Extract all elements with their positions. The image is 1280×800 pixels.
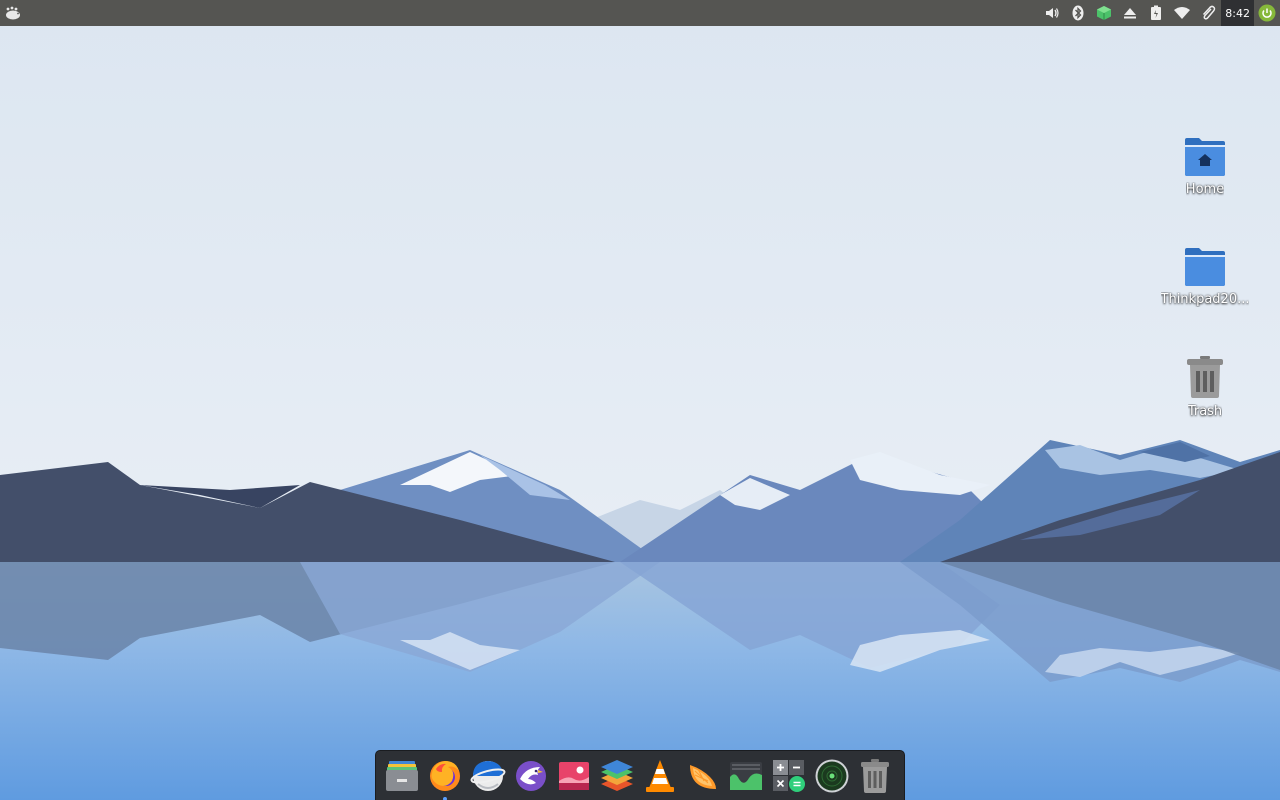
- desktop-icon-trash[interactable]: Trash: [1155, 356, 1255, 419]
- radar-icon: [815, 759, 849, 793]
- desktop-icon-label: Home: [1185, 182, 1225, 197]
- dock-item-radar[interactable]: [812, 756, 852, 796]
- system-tray: 8:42: [1039, 0, 1280, 26]
- desktop-wallpaper: [0, 0, 1280, 800]
- dock-item-layers[interactable]: [597, 756, 637, 796]
- desktop-icon-label: Thinkpad20...: [1160, 292, 1250, 307]
- orange-slice-icon: [690, 765, 716, 789]
- firefox-icon: [430, 761, 460, 791]
- dock-item-orange[interactable]: [683, 756, 723, 796]
- battery-icon[interactable]: [1143, 0, 1169, 26]
- desktop-icon-home[interactable]: Home: [1155, 136, 1255, 197]
- file-archiver-icon: [386, 761, 418, 791]
- whisker-menu-button[interactable]: [0, 0, 26, 26]
- dock-item-trash[interactable]: [855, 756, 895, 796]
- calculator-icon: [773, 760, 805, 792]
- trash-icon: [1187, 356, 1223, 398]
- dock-item-mail[interactable]: [511, 756, 551, 796]
- system-monitor-icon: [730, 762, 762, 790]
- dock: [375, 750, 905, 800]
- vlc-icon: [646, 760, 674, 792]
- dock-item-archiver[interactable]: [382, 756, 422, 796]
- dock-item-web-browser[interactable]: [468, 756, 508, 796]
- bluetooth-icon[interactable]: [1065, 0, 1091, 26]
- package-updates-icon[interactable]: [1091, 0, 1117, 26]
- dock-item-firefox[interactable]: [425, 756, 465, 800]
- web-browser-icon: [470, 761, 506, 791]
- dock-item-system-monitor[interactable]: [726, 756, 766, 796]
- session-menu-button[interactable]: [1254, 0, 1280, 26]
- mail-client-icon: [516, 761, 546, 791]
- dock-item-vlc[interactable]: [640, 756, 680, 796]
- eject-icon[interactable]: [1117, 0, 1143, 26]
- trash-icon: [861, 759, 889, 793]
- power-icon: [1258, 4, 1276, 22]
- layers-icon: [601, 760, 633, 791]
- dock-item-calculator[interactable]: [769, 756, 809, 796]
- volume-icon[interactable]: [1039, 0, 1065, 26]
- folder-icon: [1185, 248, 1225, 286]
- paperclip-icon[interactable]: [1195, 0, 1221, 26]
- desktop-icon-label: Trash: [1187, 404, 1223, 419]
- clock[interactable]: 8:42: [1221, 0, 1254, 26]
- xfce-mouse-icon: [6, 6, 20, 20]
- dock-item-image-viewer[interactable]: [554, 756, 594, 796]
- wifi-icon[interactable]: [1169, 0, 1195, 26]
- home-folder-icon: [1185, 138, 1225, 176]
- top-panel: 8:42: [0, 0, 1280, 26]
- desktop-icon-drive[interactable]: Thinkpad20...: [1155, 246, 1255, 307]
- image-viewer-icon: [559, 762, 589, 790]
